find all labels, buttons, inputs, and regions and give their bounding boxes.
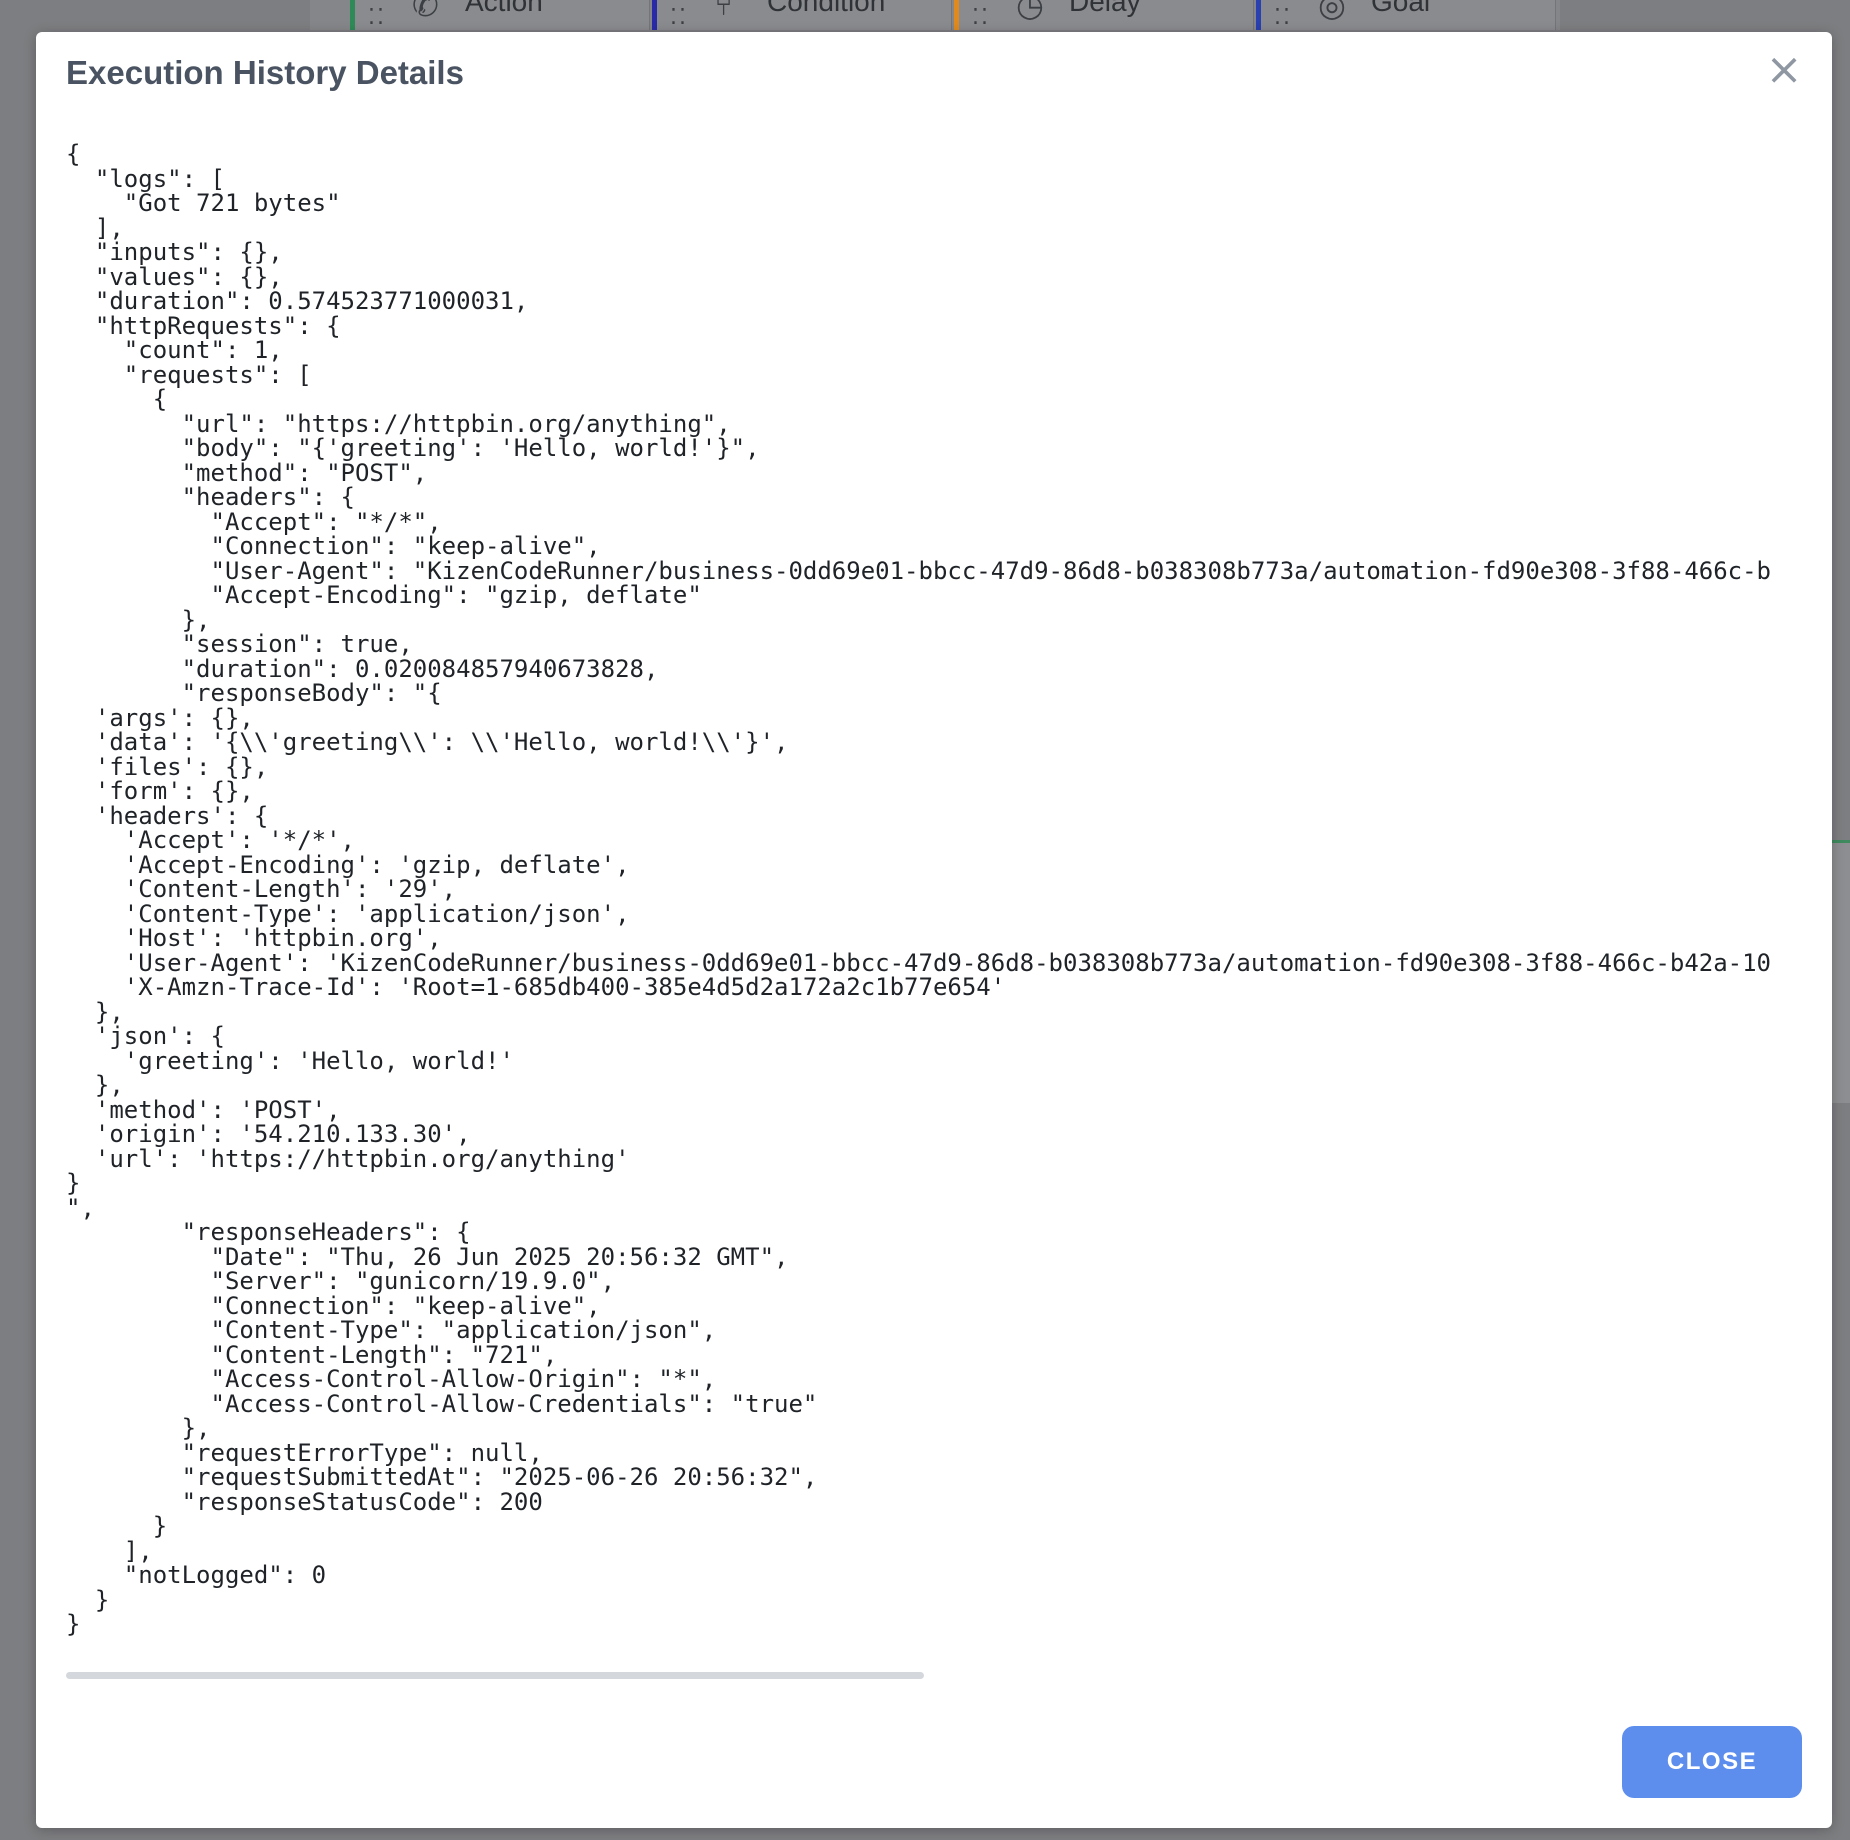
toolbar-tab-label: Goal [1371,0,1431,17]
drag-handle-icon: ⁚⁚ [972,4,990,29]
code-line: 'greeting': 'Hello, world!' [66,1046,514,1075]
tab-stripe [350,0,355,30]
target-icon: ◎ [1318,0,1346,23]
clock-icon: ◷ [1016,0,1044,23]
toolbar-tab-condition: ⁚⁚ ⑂ Condition [652,0,952,30]
modal-title: Execution History Details [66,54,464,91]
tab-stripe [652,0,657,30]
background-toolbar: ⁚⁚ ✆ Action ⁚⁚ ⑂ Condition ⁚⁚ ◷ Delay ⁚⁚… [310,0,1560,30]
toolbar-tab-delay: ⁚⁚ ◷ Delay [954,0,1254,30]
close-button[interactable]: CLOSE [1622,1726,1802,1798]
close-icon[interactable]: × [1762,48,1806,92]
toolbar-tab-label: Action [465,0,543,17]
toolbar-tab-label: Delay [1069,0,1141,17]
megaphone-icon: ✆ [412,0,439,23]
toolbar-tab-label: Condition [767,0,886,17]
json-viewer[interactable]: { "logs": [ "Got 721 bytes" ], "inputs":… [66,142,1802,1697]
horizontal-scrollbar[interactable] [66,1672,1802,1680]
branch-icon: ⑂ [714,0,734,22]
tab-stripe [954,0,959,30]
toolbar-tab-action: ⁚⁚ ✆ Action [350,0,650,30]
code-line: 'X-Amzn-Trace-Id': 'Root=1-685db400-385e… [66,973,1006,1001]
execution-history-modal: Execution History Details × { "logs": [ … [36,32,1832,1828]
drag-handle-icon: ⁚⁚ [670,4,688,29]
scrollbar-thumb[interactable] [66,1672,924,1679]
json-code-block: { "logs": [ "Got 721 bytes" ], "inputs":… [66,142,1802,1637]
tab-stripe [1256,0,1261,30]
toolbar-tab-goal: ⁚⁚ ◎ Goal [1256,0,1556,30]
code-line: 'url': 'https://httpbin.org/anything' [66,1144,630,1173]
background-card-edge [1830,840,1850,1103]
code-line: } [66,1610,81,1638]
drag-handle-icon: ⁚⁚ [1274,4,1292,29]
drag-handle-icon: ⁚⁚ [368,4,386,29]
